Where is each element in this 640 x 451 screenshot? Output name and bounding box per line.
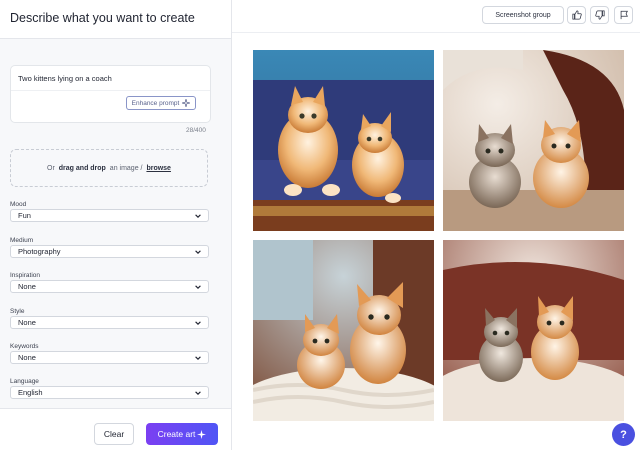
sparkle-icon bbox=[197, 429, 207, 439]
language-select[interactable]: English bbox=[10, 386, 209, 399]
medium-select[interactable]: Photography bbox=[10, 245, 209, 258]
language-label: Language bbox=[10, 378, 39, 385]
drop-prefix: Or bbox=[47, 164, 55, 172]
results-toolbar: Screenshot group bbox=[232, 0, 640, 33]
flag-icon bbox=[620, 10, 628, 20]
enhance-prompt-label: Enhance prompt bbox=[131, 99, 180, 107]
keywords-label: Keywords bbox=[10, 343, 39, 350]
create-label: Create art bbox=[157, 429, 196, 439]
kittens-cushion-image bbox=[443, 240, 624, 421]
panel-footer: Clear Create art bbox=[0, 408, 231, 451]
style-select[interactable]: None bbox=[10, 316, 209, 329]
thumbs-down-button[interactable] bbox=[590, 6, 609, 24]
enhance-prompt-button[interactable]: Enhance prompt bbox=[126, 96, 196, 110]
panel-header: Describe what you want to create bbox=[0, 0, 231, 39]
screenshot-group-button[interactable]: Screenshot group bbox=[482, 6, 564, 24]
mood-select[interactable]: Fun bbox=[10, 209, 209, 222]
keywords-select[interactable]: None bbox=[10, 351, 209, 364]
chevron-down-icon bbox=[195, 250, 201, 254]
generated-image-4[interactable] bbox=[443, 240, 624, 421]
char-count: 28/400 bbox=[186, 127, 206, 134]
image-drop-zone[interactable]: Or drag and drop an image / browse bbox=[10, 149, 208, 187]
prompt-divider bbox=[11, 90, 210, 91]
thumbs-up-icon bbox=[571, 10, 582, 20]
prompt-text[interactable]: Two kittens lying on a coach bbox=[18, 74, 112, 83]
generated-image-1[interactable] bbox=[253, 50, 434, 231]
sparkle-icon bbox=[182, 99, 191, 107]
inspiration-label: Inspiration bbox=[10, 272, 40, 279]
medium-label: Medium bbox=[10, 237, 34, 244]
help-button[interactable]: ? bbox=[612, 423, 635, 446]
thumbs-up-button[interactable] bbox=[567, 6, 586, 24]
drop-drag-text: drag and drop bbox=[58, 164, 106, 172]
prompt-input[interactable]: Two kittens lying on a coach Enhance pro… bbox=[10, 65, 211, 123]
generated-image-3[interactable] bbox=[253, 240, 434, 421]
screenshot-group-label: Screenshot group bbox=[495, 11, 551, 19]
chevron-down-icon bbox=[195, 356, 201, 360]
create-art-button[interactable]: Create art bbox=[146, 423, 218, 445]
mood-value: Fun bbox=[18, 211, 31, 220]
mood-label: Mood bbox=[10, 201, 27, 208]
generated-image-2[interactable] bbox=[443, 50, 624, 231]
clear-label: Clear bbox=[103, 429, 125, 439]
thumbs-down-icon bbox=[594, 10, 605, 20]
style-label: Style bbox=[10, 308, 25, 315]
keywords-value: None bbox=[18, 353, 36, 362]
style-value: None bbox=[18, 318, 36, 327]
help-label: ? bbox=[620, 428, 627, 441]
clear-button[interactable]: Clear bbox=[94, 423, 134, 445]
kittens-sofa-image bbox=[253, 50, 434, 231]
chevron-down-icon bbox=[195, 321, 201, 325]
language-value: English bbox=[18, 388, 43, 397]
drop-middle: an image / bbox=[109, 164, 143, 172]
chevron-down-icon bbox=[195, 214, 201, 218]
inspiration-value: None bbox=[18, 282, 36, 291]
kittens-blanket-image bbox=[253, 240, 434, 421]
left-panel: Describe what you want to create Two kit… bbox=[0, 0, 232, 451]
kittens-chair-image bbox=[443, 50, 624, 231]
medium-value: Photography bbox=[18, 247, 61, 256]
inspiration-select[interactable]: None bbox=[10, 280, 209, 293]
chevron-down-icon bbox=[195, 285, 201, 289]
chevron-down-icon bbox=[195, 391, 201, 395]
page-title: Describe what you want to create bbox=[10, 11, 195, 25]
browse-link[interactable]: browse bbox=[146, 165, 171, 172]
flag-button[interactable] bbox=[614, 6, 633, 24]
